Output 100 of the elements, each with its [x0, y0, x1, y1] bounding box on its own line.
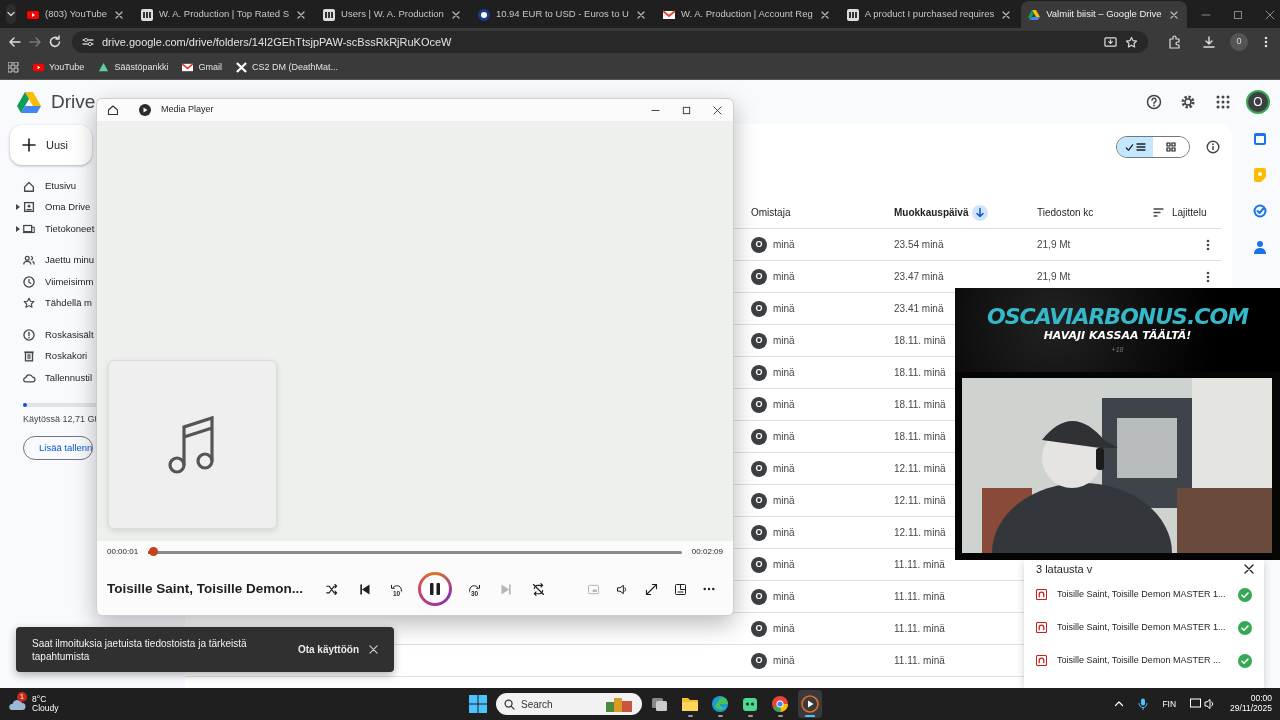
owner-avatar: O	[751, 300, 767, 317]
chevron-up-icon[interactable]	[1114, 699, 1125, 709]
more-icon[interactable]	[1206, 237, 1210, 252]
tab-list-button[interactable]	[6, 4, 16, 24]
owner-cell-text: minä	[773, 558, 795, 572]
browser-tab[interactable]: Users | W. A. Production	[316, 1, 469, 28]
language-indicator[interactable]: FIN	[1162, 697, 1177, 711]
owner-avatar: O	[751, 236, 767, 253]
file-icon	[1036, 622, 1047, 633]
search-field[interactable]: Search	[496, 693, 642, 715]
pause-button[interactable]	[418, 572, 452, 606]
maximize-icon[interactable]	[682, 105, 691, 115]
download-item[interactable]: Toisille Saint, Toisille Demon MASTER 1...	[1024, 578, 1264, 611]
download-item[interactable]: Toisille Saint, Toisille Demon MASTER 1...	[1024, 611, 1264, 644]
menu-icon[interactable]	[1264, 35, 1268, 49]
calendar-icon[interactable]	[1253, 132, 1267, 146]
enable-button[interactable]: Ota käyttöön	[297, 642, 359, 657]
bookmark[interactable]: Säästöpankki	[98, 60, 169, 75]
date-cell-text: 12.11. minä	[894, 494, 946, 508]
sidebar-item[interactable]: Tähdellä m	[10, 292, 92, 314]
tasks-icon[interactable]	[1253, 204, 1267, 218]
list-view-toggle[interactable]	[1117, 137, 1153, 157]
owner-cell-text: minä	[773, 462, 795, 476]
video-icon	[27, 8, 39, 21]
toast-message: Saat ilmoituksia jaetuista tiedostoista ja tärkeistä tapahtumista	[32, 636, 248, 663]
sidebar-item[interactable]: Oma Drive	[10, 196, 91, 218]
seek-thumb[interactable]	[149, 546, 159, 556]
bookmark[interactable]: CS2 DM (DeathMat...	[235, 60, 338, 75]
close-icon[interactable]	[713, 105, 722, 115]
contacts-icon[interactable]	[1254, 240, 1266, 254]
account-avatar[interactable]: O	[1246, 90, 1270, 114]
owner-cell-text: minä	[773, 654, 795, 668]
sidebar-item[interactable]: Etusivu	[10, 175, 77, 197]
owner-avatar: O	[751, 460, 767, 477]
expand-icon[interactable]	[16, 204, 20, 211]
size-cell-text: 21,9 Mt	[1037, 238, 1071, 252]
close-icon[interactable]	[1244, 564, 1254, 574]
owner-avatar: O	[751, 428, 767, 445]
browser-tab[interactable]: W. A. Production | Account Reg	[655, 1, 838, 28]
grid-icon	[1166, 142, 1176, 152]
owner-avatar: O	[751, 364, 767, 381]
sidebar-item[interactable]: Roskakori	[10, 345, 88, 367]
sidebar-item[interactable]: Tallennustil	[10, 367, 92, 389]
info-icon[interactable]	[1206, 140, 1220, 154]
sidebar-item[interactable]: Roskasisält	[10, 324, 94, 346]
browser-tab[interactable]: Valmiit biisit – Google Drive	[1021, 1, 1187, 28]
media-player-logo-icon	[139, 104, 151, 116]
apps-icon[interactable]	[1216, 95, 1230, 109]
address-bar[interactable]: drive.google.com/drive/folders/14I2GEhTtsjpPAW-scBssRkRjRuKOceW	[72, 31, 1148, 53]
new-button[interactable]: Uusi	[10, 125, 92, 165]
owner-cell-text: minä	[773, 494, 795, 508]
reload-icon[interactable]	[48, 35, 62, 49]
star-icon[interactable]	[1125, 35, 1138, 49]
window-title: Media Player	[161, 103, 214, 117]
column-header[interactable]: Omistaja	[751, 205, 791, 220]
more-icon[interactable]	[1206, 269, 1210, 284]
browser-tab[interactable]: W. A. Production | Top Rated S	[134, 1, 315, 28]
owner-avatar: O	[751, 396, 767, 413]
track-title: Toisille Saint, Toisille Demon...	[107, 579, 305, 598]
home-icon[interactable]	[107, 104, 119, 116]
expand-icon[interactable]	[16, 225, 20, 232]
back-icon[interactable]	[8, 35, 22, 49]
browser-tab[interactable]: 10.94 EUR to USD - Euros to U	[470, 1, 654, 28]
drive-icon	[22, 200, 36, 215]
browser-tab[interactable]: A product I purchased requires	[839, 1, 1020, 28]
install-icon[interactable]	[1104, 35, 1117, 49]
ad-headline: OSCAVIARBONUS.COM	[986, 304, 1249, 329]
sidebar-item[interactable]: Viimeisimm	[10, 271, 94, 293]
site-info-icon	[82, 36, 94, 48]
panel-title: 3 latausta v	[1036, 561, 1093, 577]
sidebar-item[interactable]: Tietokoneet	[10, 218, 95, 240]
owner-cell-text: minä	[773, 366, 795, 380]
column-header[interactable]: Muokkauspäivä	[894, 205, 969, 220]
download-item[interactable]: Toisille Saint, Toisille Demon MASTER ...	[1024, 644, 1264, 677]
download-icon[interactable]	[1202, 35, 1216, 49]
sort-button[interactable]: Lajittelu	[1153, 205, 1207, 220]
owner-cell-text: minä	[773, 270, 795, 284]
taskbar-app[interactable]	[798, 690, 822, 718]
check-icon	[1124, 142, 1134, 152]
seek-bar[interactable]	[148, 550, 682, 554]
help-icon[interactable]	[1146, 94, 1162, 110]
date-cell-text: 18.11. minä	[894, 398, 946, 412]
column-header[interactable]: Tiedoston kc	[1037, 205, 1094, 220]
elapsed-time: 00:00:01	[107, 546, 139, 558]
owner-cell-text: minä	[773, 622, 795, 636]
chrome-icon	[771, 695, 789, 713]
bookmark[interactable]: YouTube	[33, 60, 85, 75]
clock-icon	[22, 274, 36, 289]
microphone-icon[interactable]	[1138, 698, 1149, 710]
owner-avatar: O	[751, 492, 767, 509]
forward-icon[interactable]	[28, 35, 42, 49]
clock[interactable]: 00:00 29/11/2025	[1230, 694, 1272, 714]
apps-icon[interactable]	[8, 62, 19, 73]
profile-avatar[interactable]: 0	[1230, 33, 1248, 51]
sidebar-item[interactable]: Jaettu minu	[10, 249, 95, 271]
windows-icon	[469, 695, 487, 713]
bookmark[interactable]: Gmail	[182, 60, 222, 75]
browser-tab[interactable]: (803) YouTube	[20, 1, 132, 28]
settings-icon[interactable]	[1180, 94, 1196, 110]
extensions-icon[interactable]	[1168, 35, 1182, 49]
